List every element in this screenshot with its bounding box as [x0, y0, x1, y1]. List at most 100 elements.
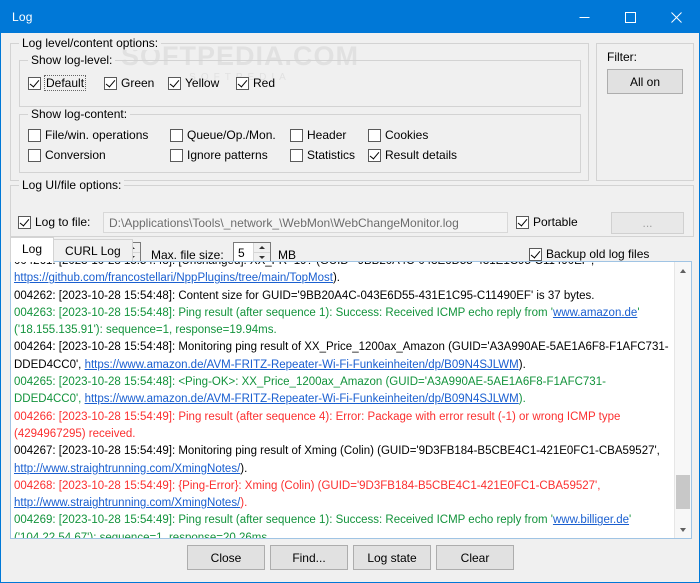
log-text[interactable]: 004261: [2023-10-28 15:54:48]: [Unchange…	[11, 261, 674, 539]
scroll-down-icon[interactable]	[675, 521, 691, 538]
minimize-button[interactable]	[561, 1, 607, 33]
checkbox-header[interactable]: Header	[290, 128, 346, 142]
log-link[interactable]: https://github.com/francostellari/NppPlu…	[14, 272, 333, 284]
checkbox-green-label: Green	[121, 76, 154, 90]
log-line-text: 004267: [2023-10-28 15:54:49]: Monitorin…	[14, 445, 660, 457]
scrollbar-thumb[interactable]	[676, 475, 690, 509]
checkbox-backup-old-log-files-box	[529, 248, 542, 261]
checkbox-statistics-label: Statistics	[307, 148, 355, 162]
max-file-size-stepper[interactable]: 5	[233, 242, 271, 263]
tab-curl-log[interactable]: CURL Log	[53, 239, 133, 262]
log-link[interactable]: www.amazon.de	[553, 307, 637, 319]
checkbox-statistics-box	[290, 149, 303, 162]
checkbox-file-win-operations-label: File/win. operations	[45, 128, 148, 142]
log-link[interactable]: http://www.straightrunning.com/XmingNote…	[14, 497, 240, 509]
checkbox-default-label: Default	[45, 76, 85, 90]
show-log-content-title: Show log-content:	[28, 107, 130, 121]
log-line-text: 004261: [2023-10-28 15:54:48]: [Unchange…	[14, 261, 594, 267]
max-file-size-arrows	[253, 243, 270, 262]
checkbox-conversion[interactable]: Conversion	[28, 148, 106, 162]
checkbox-ignore-patterns-box	[170, 149, 183, 162]
checkbox-header-label: Header	[307, 128, 346, 142]
max-file-size-value: 5	[234, 243, 253, 262]
checkbox-red[interactable]: Red	[236, 76, 275, 90]
client-area: SOFTPEDIA.COM SOFTPEDIA Log level/conten…	[1, 33, 699, 582]
checkbox-file-win-operations[interactable]: File/win. operations	[28, 128, 148, 142]
log-line: 004263: [2023-10-28 15:54:48]: Ping resu…	[14, 305, 671, 340]
checkbox-queue-op-mon[interactable]: Queue/Op./Mon.	[170, 128, 276, 142]
checkbox-green-box	[104, 77, 117, 90]
tab-log[interactable]: Log	[10, 237, 54, 262]
max-file-size-label: Max. file size:	[151, 248, 224, 262]
checkbox-red-box	[236, 77, 249, 90]
checkbox-log-to-file[interactable]: Log to file:	[18, 215, 90, 229]
log-level-content-options-title: Log level/content options:	[19, 36, 161, 50]
log-line: 004267: [2023-10-28 15:54:49]: Monitorin…	[14, 443, 671, 478]
log-window: Log SOFTPEDIA.COM SOFTPEDIA Log level/co…	[0, 0, 700, 583]
checkbox-yellow-label: Yellow	[185, 76, 219, 90]
all-on-button[interactable]: All on	[607, 69, 683, 94]
checkbox-file-win-operations-box	[28, 129, 41, 142]
log-link[interactable]: http://www.straightrunning.com/XmingNote…	[14, 463, 240, 475]
window-title: Log	[1, 10, 33, 24]
checkbox-ignore-patterns-label: Ignore patterns	[187, 148, 268, 162]
window-controls	[561, 1, 699, 33]
find-button[interactable]: Find...	[270, 545, 348, 570]
checkbox-default-box	[28, 77, 41, 90]
maximize-button[interactable]	[607, 1, 653, 33]
checkbox-header-box	[290, 129, 303, 142]
log-line: 004261: [2023-10-28 15:54:48]: [Unchange…	[14, 261, 671, 288]
log-line-text: ).	[240, 463, 247, 475]
log-level-content-options-group: Log level/content options: Show log-leve…	[10, 43, 589, 181]
close-button[interactable]: Close	[187, 545, 265, 570]
filter-label: Filter:	[607, 50, 637, 64]
checkbox-conversion-box	[28, 149, 41, 162]
checkbox-default[interactable]: Default	[28, 76, 85, 90]
log-line: 004269: [2023-10-28 15:54:49]: Ping resu…	[14, 512, 671, 539]
log-line: 004266: [2023-10-28 15:54:49]: Ping resu…	[14, 409, 671, 444]
log-file-path-input[interactable]: D:\Applications\Tools\_network_\WebMon\W…	[103, 212, 508, 233]
checkbox-result-details-box	[368, 149, 381, 162]
clear-button[interactable]: Clear	[436, 545, 514, 570]
log-tabs: Log CURL Log	[10, 238, 133, 262]
log-ui-file-options-title: Log UI/file options:	[19, 178, 124, 192]
checkbox-cookies-box	[368, 129, 381, 142]
show-log-level-group: Show log-level: Default Green Yellow Red	[19, 60, 581, 107]
checkbox-backup-old-log-files[interactable]: Backup old log files	[529, 247, 649, 261]
log-scrollbar[interactable]	[674, 262, 691, 538]
max-file-size-up-icon[interactable]	[254, 243, 270, 253]
checkbox-cookies[interactable]: Cookies	[368, 128, 428, 142]
title-bar: Log	[1, 1, 699, 33]
log-line-text: 004269: [2023-10-28 15:54:49]: Ping resu…	[14, 514, 553, 526]
checkbox-log-to-file-box	[18, 216, 31, 229]
scroll-up-icon[interactable]	[675, 262, 691, 279]
checkbox-ignore-patterns[interactable]: Ignore patterns	[170, 148, 268, 162]
log-state-button[interactable]: Log state	[353, 545, 431, 570]
log-link[interactable]: https://www.amazon.de/AVM-FRITZ-Repeater…	[85, 359, 519, 371]
checkbox-yellow[interactable]: Yellow	[168, 76, 219, 90]
log-link[interactable]: https://www.amazon.de/AVM-FRITZ-Repeater…	[85, 393, 519, 405]
log-line-text: ).	[333, 272, 340, 284]
checkbox-result-details[interactable]: Result details	[368, 148, 457, 162]
close-icon[interactable]	[653, 1, 699, 33]
checkbox-portable[interactable]: Portable	[516, 215, 578, 229]
checkbox-backup-old-log-files-label: Backup old log files	[546, 247, 649, 261]
checkbox-portable-label: Portable	[533, 215, 578, 229]
max-file-size-unit: MB	[278, 248, 296, 262]
dialog-buttons: Close Find... Log state Clear	[1, 537, 699, 582]
log-line-text: 004263: [2023-10-28 15:54:48]: Ping resu…	[14, 307, 553, 319]
log-line: 004265: [2023-10-28 15:54:48]: <Ping-OK>…	[14, 374, 671, 409]
checkbox-result-details-label: Result details	[385, 148, 457, 162]
show-log-content-group: Show log-content: File/win. operations Q…	[19, 114, 581, 173]
log-line: 004268: [2023-10-28 15:54:49]: {Ping-Err…	[14, 478, 671, 513]
checkbox-yellow-box	[168, 77, 181, 90]
checkbox-conversion-label: Conversion	[45, 148, 106, 162]
filter-group: Filter: All on	[596, 43, 694, 181]
log-line-text: ).	[519, 393, 526, 405]
checkbox-statistics[interactable]: Statistics	[290, 148, 355, 162]
log-line-text: ).	[519, 359, 526, 371]
log-line-text: 004266: [2023-10-28 15:54:49]: Ping resu…	[14, 411, 620, 440]
log-link[interactable]: www.billiger.de	[553, 514, 629, 526]
checkbox-green[interactable]: Green	[104, 76, 154, 90]
browse-button[interactable]: ...	[611, 212, 684, 234]
